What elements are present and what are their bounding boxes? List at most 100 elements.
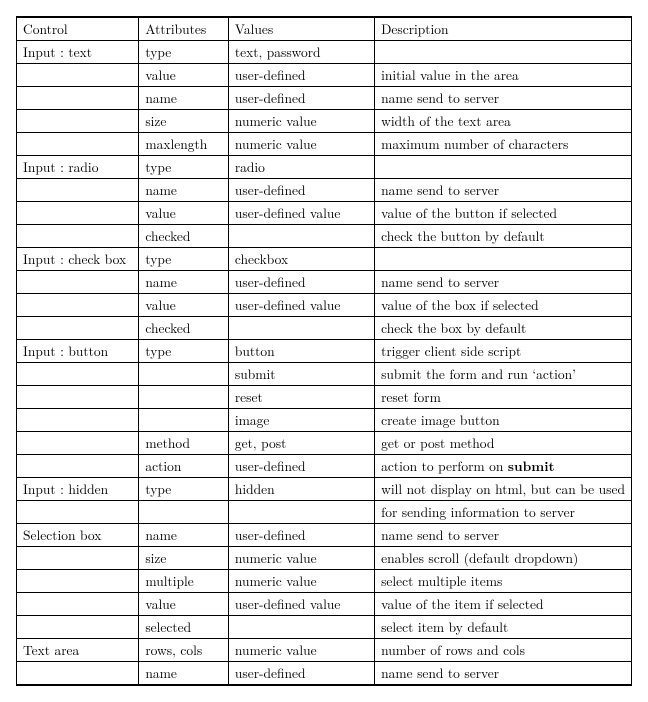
table-row: maxlengthnumeric valuemaximum number of … bbox=[17, 133, 632, 156]
cell-control: Input : button bbox=[17, 340, 139, 363]
cell-description: name send to server bbox=[375, 271, 632, 294]
cell-description: reset form bbox=[375, 386, 632, 409]
cell-control bbox=[17, 64, 139, 87]
cell-attribute: checked bbox=[139, 225, 229, 248]
col-control: Control bbox=[17, 17, 139, 41]
cell-attribute: type bbox=[139, 340, 229, 363]
cell-control bbox=[17, 386, 139, 409]
table-row: imagecreate image button bbox=[17, 409, 632, 432]
cell-attribute: value bbox=[139, 64, 229, 87]
cell-control bbox=[17, 409, 139, 432]
cell-control bbox=[17, 363, 139, 386]
cell-description: check the box by default bbox=[375, 317, 632, 340]
table-row: checkedcheck the box by default bbox=[17, 317, 632, 340]
cell-attribute bbox=[139, 409, 229, 432]
cell-value: button bbox=[228, 340, 374, 363]
table-row: Selection boxnameuser-definedname send t… bbox=[17, 524, 632, 547]
table-row: Text arearows, colsnumeric valuenumber o… bbox=[17, 639, 632, 662]
cell-attribute: value bbox=[139, 593, 229, 616]
cell-value: checkbox bbox=[228, 248, 374, 271]
cell-control bbox=[17, 616, 139, 639]
cell-attribute: type bbox=[139, 41, 229, 64]
cell-control: Input : text bbox=[17, 41, 139, 64]
table-row: sizenumeric valueenables scroll (default… bbox=[17, 547, 632, 570]
table-row: for sending information to server bbox=[17, 501, 632, 524]
cell-description: value of the button if selected bbox=[375, 202, 632, 225]
cell-value: numeric value bbox=[228, 570, 374, 593]
cell-control bbox=[17, 294, 139, 317]
cell-attribute: name bbox=[139, 271, 229, 294]
cell-description: for sending information to server bbox=[375, 501, 632, 524]
cell-control bbox=[17, 455, 139, 478]
cell-value bbox=[228, 501, 374, 524]
cell-value bbox=[228, 225, 374, 248]
cell-value: get, post bbox=[228, 432, 374, 455]
cell-value: numeric value bbox=[228, 110, 374, 133]
cell-attribute: method bbox=[139, 432, 229, 455]
cell-control bbox=[17, 110, 139, 133]
table-row: valueuser-defined valuevalue of the box … bbox=[17, 294, 632, 317]
cell-attribute: size bbox=[139, 110, 229, 133]
cell-description bbox=[375, 41, 632, 64]
cell-description: trigger client side script bbox=[375, 340, 632, 363]
cell-description bbox=[375, 248, 632, 271]
cell-control bbox=[17, 179, 139, 202]
cell-control bbox=[17, 133, 139, 156]
cell-value: user-defined value bbox=[228, 593, 374, 616]
cell-description: name send to server bbox=[375, 87, 632, 110]
cell-description: name send to server bbox=[375, 662, 632, 686]
cell-value: user-defined bbox=[228, 179, 374, 202]
table-row: valueuser-defined valuevalue of the item… bbox=[17, 593, 632, 616]
cell-control: Input : hidden bbox=[17, 478, 139, 501]
cell-control bbox=[17, 202, 139, 225]
cell-description: name send to server bbox=[375, 524, 632, 547]
cell-attribute bbox=[139, 501, 229, 524]
cell-attribute: name bbox=[139, 179, 229, 202]
cell-description: create image button bbox=[375, 409, 632, 432]
cell-control bbox=[17, 225, 139, 248]
cell-attribute: name bbox=[139, 662, 229, 686]
table-row: submitsubmit the form and run ‘action’ bbox=[17, 363, 632, 386]
cell-value: image bbox=[228, 409, 374, 432]
table-row: Input : texttypetext, password bbox=[17, 41, 632, 64]
cell-control bbox=[17, 570, 139, 593]
cell-value: hidden bbox=[228, 478, 374, 501]
cell-description: initial value in the area bbox=[375, 64, 632, 87]
cell-control bbox=[17, 593, 139, 616]
table-row: nameuser-definedname send to server bbox=[17, 271, 632, 294]
table-header-row: Control Attributes Values Description bbox=[17, 17, 632, 41]
table-row: actionuser-definedaction to perform on s… bbox=[17, 455, 632, 478]
cell-description: width of the text area bbox=[375, 110, 632, 133]
table-row: nameuser-definedname send to server bbox=[17, 662, 632, 686]
cell-attribute: type bbox=[139, 248, 229, 271]
table-row: Input : radiotyperadio bbox=[17, 156, 632, 179]
cell-value: reset bbox=[228, 386, 374, 409]
cell-description: check the button by default bbox=[375, 225, 632, 248]
cell-attribute: selected bbox=[139, 616, 229, 639]
cell-value: numeric value bbox=[228, 133, 374, 156]
cell-control: Selection box bbox=[17, 524, 139, 547]
table-row: resetreset form bbox=[17, 386, 632, 409]
cell-value: user-defined value bbox=[228, 294, 374, 317]
cell-attribute: maxlength bbox=[139, 133, 229, 156]
cell-attribute: action bbox=[139, 455, 229, 478]
table-row: sizenumeric valuewidth of the text area bbox=[17, 110, 632, 133]
cell-control bbox=[17, 662, 139, 686]
cell-control bbox=[17, 501, 139, 524]
table-row: Input : check boxtypecheckbox bbox=[17, 248, 632, 271]
cell-attribute: rows, cols bbox=[139, 639, 229, 662]
cell-description bbox=[375, 156, 632, 179]
table-row: checked check the button by default bbox=[17, 225, 632, 248]
cell-attribute: name bbox=[139, 87, 229, 110]
cell-control bbox=[17, 432, 139, 455]
cell-description: value of the box if selected bbox=[375, 294, 632, 317]
cell-attribute bbox=[139, 363, 229, 386]
cell-value: user-defined bbox=[228, 524, 374, 547]
cell-attribute bbox=[139, 386, 229, 409]
cell-attribute: name bbox=[139, 524, 229, 547]
cell-value: user-defined value bbox=[228, 202, 374, 225]
cell-control: Input : radio bbox=[17, 156, 139, 179]
cell-control bbox=[17, 547, 139, 570]
table-row: multiplenumeric valueselect multiple ite… bbox=[17, 570, 632, 593]
table-row: selectedselect item by default bbox=[17, 616, 632, 639]
